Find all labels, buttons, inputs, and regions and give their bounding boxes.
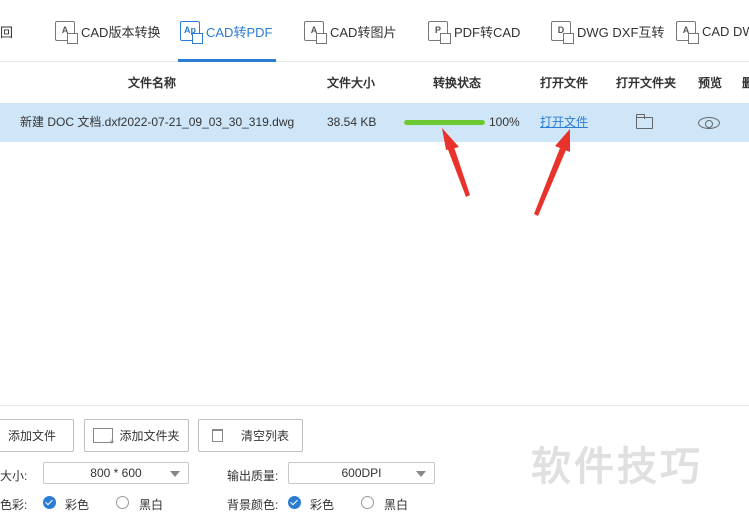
header-open-folder: 打开文件夹	[616, 76, 677, 90]
table-row[interactable]: 新建 DOC 文档.dxf2022-07-21_09_03_30_319.dwg…	[0, 103, 749, 142]
tab-label: CAD版本转换	[81, 24, 161, 40]
quality-label: 输出质量:	[227, 469, 279, 483]
tab-cad-dwf[interactable]: A CAD DWF	[676, 0, 749, 62]
color-radio-bw[interactable]	[116, 496, 129, 509]
clear-list-button[interactable]: 清空列表	[198, 419, 303, 452]
chevron-down-icon	[416, 471, 426, 477]
chevron-down-icon	[170, 471, 180, 477]
header-status: 转换状态	[433, 76, 482, 90]
progress-bar	[404, 120, 485, 125]
size-select[interactable]: 800 * 600	[43, 462, 189, 484]
arrow-open-file	[534, 148, 566, 216]
header-delete: 删	[742, 76, 749, 90]
header-open-file: 打开文件	[540, 76, 589, 90]
back-label: 回	[0, 24, 14, 40]
progress-fill	[404, 120, 485, 125]
watermark: 软件技巧	[531, 445, 703, 489]
tab-label: CAD转图片	[330, 24, 397, 40]
tab-label: PDF转CAD	[454, 24, 521, 40]
tab-label: CAD DWF	[702, 23, 749, 39]
bg-option-color: 彩色	[310, 498, 335, 512]
quality-select[interactable]: 600DPI	[288, 462, 435, 484]
header-file-name: 文件名称	[128, 76, 177, 90]
folder-icon[interactable]	[635, 114, 653, 129]
file-name-cell: 新建 DOC 文档.dxf2022-07-21_09_03_30_319.dwg	[20, 115, 295, 129]
header-file-size: 文件大小	[327, 76, 376, 90]
add-folder-icon	[93, 428, 114, 447]
table-header: 文件名称 文件大小 转换状态 打开文件 打开文件夹 预览 删	[0, 63, 749, 103]
dwg-dxf-icon: D	[551, 21, 574, 44]
bg-color-label: 背景颜色:	[227, 498, 279, 512]
size-value: 800 * 600	[90, 466, 142, 480]
tab-dwg-dxf[interactable]: D DWG DXF互转	[551, 0, 664, 62]
color-label: 色彩:	[0, 498, 28, 512]
bg-option-bw: 黑白	[384, 498, 409, 512]
size-label: 大小:	[0, 469, 28, 483]
tab-label: DWG DXF互转	[577, 24, 665, 40]
quality-value: 600DPI	[341, 466, 382, 480]
tab-pdf-to-cad[interactable]: P PDF转CAD	[428, 0, 520, 62]
progress-percent: 100%	[489, 115, 520, 129]
trash-icon	[211, 429, 223, 442]
tab-cad-version[interactable]: A CAD版本转换	[55, 0, 160, 62]
file-size-cell: 38.54 KB	[327, 115, 377, 129]
tab-label: CAD转PDF	[206, 24, 273, 40]
cad-version-icon: A	[55, 21, 78, 44]
add-folder-button[interactable]: 添加文件夹	[84, 419, 189, 452]
color-option-color: 彩色	[65, 498, 90, 512]
tab-cad-to-pdf[interactable]: Ap CAD转PDF	[177, 0, 277, 62]
top-nav: 回 A CAD版本转换 Ap CAD转PDF A CAD转图片 P PDF转CA…	[0, 0, 749, 62]
add-folder-label: 添加文件夹	[119, 429, 180, 443]
pdf-to-cad-icon: P	[428, 21, 451, 44]
open-file-link-text[interactable]: 打开文件	[540, 115, 588, 129]
header-preview: 预览	[698, 76, 723, 90]
bg-radio-color[interactable]	[288, 496, 301, 509]
add-file-label: 添加文件	[7, 429, 56, 443]
color-radio-color[interactable]	[43, 496, 56, 509]
tab-cad-to-image[interactable]: A CAD转图片	[304, 0, 396, 62]
color-option-bw: 黑白	[139, 498, 164, 512]
eye-icon[interactable]	[698, 117, 720, 129]
cad-to-image-icon: A	[304, 21, 327, 44]
cad-dwf-icon: A	[676, 21, 699, 44]
bg-radio-bw[interactable]	[361, 496, 374, 509]
add-file-button[interactable]: 添加文件	[0, 419, 74, 452]
clear-list-label: 清空列表	[240, 429, 289, 443]
back-button[interactable]: 回	[0, 0, 13, 62]
cad-to-pdf-icon: Ap	[180, 21, 203, 44]
open-file-link[interactable]: 打开文件	[540, 103, 588, 142]
